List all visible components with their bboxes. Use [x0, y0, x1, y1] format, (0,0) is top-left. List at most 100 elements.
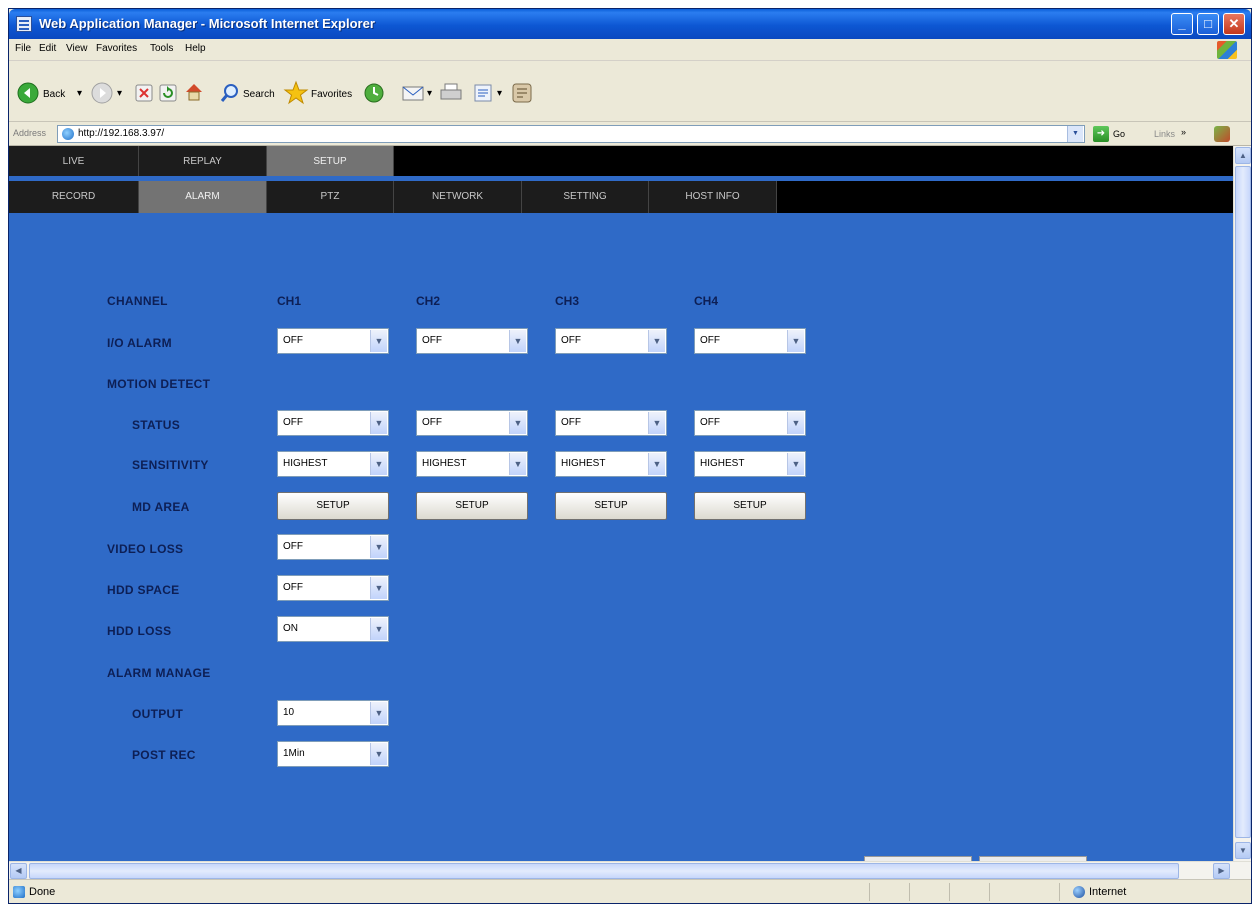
scroll-right-icon[interactable]: ▶: [1213, 863, 1230, 879]
subtab-network[interactable]: NETWORK: [394, 181, 522, 213]
chevron-down-icon: ▼: [648, 453, 665, 475]
status-divider: [989, 883, 990, 901]
address-bar: Address http://192.168.3.97/ ▼ ➜ Go Link…: [9, 122, 1251, 146]
toolbar: Back ▾ ▾ Search Favorites ▾ ▾: [9, 62, 1251, 122]
go-arrow-icon[interactable]: ➜: [1093, 126, 1109, 142]
search-icon[interactable]: [219, 82, 241, 104]
minimize-button[interactable]: _: [1171, 13, 1193, 35]
chevron-down-icon: ▼: [509, 412, 526, 434]
edit-dropdown-icon[interactable]: ▾: [497, 88, 502, 99]
chevron-down-icon: ▼: [370, 577, 387, 599]
sensitivity-select-ch4[interactable]: HIGHEST ▼: [694, 451, 806, 477]
favorites-star-icon[interactable]: [283, 80, 309, 106]
channel-header-ch4: CH4: [694, 294, 719, 308]
back-dropdown-icon[interactable]: ▾: [77, 88, 82, 99]
io-alarm-select-ch2[interactable]: OFF ▼: [416, 328, 528, 354]
menu-favorites[interactable]: Favorites: [96, 43, 137, 54]
chevron-down-icon: ▼: [370, 412, 387, 434]
subtab-host-info[interactable]: HOST INFO: [649, 181, 777, 213]
vertical-scroll-thumb[interactable]: [1235, 166, 1251, 838]
stop-icon[interactable]: [135, 84, 153, 102]
chevron-down-icon: ▼: [787, 412, 804, 434]
address-input[interactable]: http://192.168.3.97/: [57, 125, 1085, 143]
address-dropdown-icon[interactable]: ▼: [1067, 126, 1083, 142]
md-status-select-ch1[interactable]: OFF ▼: [277, 410, 389, 436]
address-label: Address: [13, 128, 47, 138]
md-area-setup-button-ch3[interactable]: SETUP: [555, 492, 667, 520]
md-area-setup-button-ch4[interactable]: SETUP: [694, 492, 806, 520]
edit-icon[interactable]: [473, 83, 493, 103]
menu-tools[interactable]: Tools: [150, 43, 173, 54]
md-area-setup-button-ch1[interactable]: SETUP: [277, 492, 389, 520]
md-area-setup-button-ch2[interactable]: SETUP: [416, 492, 528, 520]
sub-nav: RECORD ALARM PTZ NETWORK SETTING HOST IN…: [9, 181, 1233, 213]
mail-icon[interactable]: [401, 82, 425, 104]
status-divider: [949, 883, 950, 901]
menu-file[interactable]: File: [15, 43, 31, 54]
mail-dropdown-icon[interactable]: ▾: [427, 88, 432, 99]
back-label[interactable]: Back: [43, 89, 65, 100]
io-alarm-select-ch1[interactable]: OFF ▼: [277, 328, 389, 354]
go-button[interactable]: Go: [1113, 129, 1125, 139]
web-content: LIVE REPLAY SETUP RECORD ALARM PTZ NETWO…: [9, 146, 1233, 861]
md-status-select-ch2[interactable]: OFF ▼: [416, 410, 528, 436]
security-zone-label: Internet: [1089, 886, 1127, 898]
hdd-space-select[interactable]: OFF ▼: [277, 575, 389, 601]
search-label[interactable]: Search: [243, 89, 275, 100]
menu-view[interactable]: View: [66, 43, 88, 54]
horizontal-scrollbar[interactable]: ◀ ▶: [9, 861, 1251, 879]
scroll-down-icon[interactable]: ▼: [1235, 842, 1251, 859]
messenger-icon[interactable]: [509, 80, 535, 106]
status-label: STATUS: [132, 418, 181, 432]
subtab-record[interactable]: RECORD: [9, 181, 139, 213]
subtab-ptz[interactable]: PTZ: [267, 181, 394, 213]
vertical-scrollbar[interactable]: ▲ ▼: [1233, 146, 1251, 861]
back-arrow-icon[interactable]: [17, 82, 39, 104]
forward-dropdown-icon[interactable]: ▾: [117, 88, 122, 99]
video-loss-select[interactable]: OFF ▼: [277, 534, 389, 560]
tab-setup[interactable]: SETUP: [267, 146, 394, 176]
maximize-button[interactable]: □: [1197, 13, 1219, 35]
windows-logo-icon: [1217, 41, 1237, 59]
sensitivity-select-ch2[interactable]: HIGHEST ▼: [416, 451, 528, 477]
refresh-icon[interactable]: [159, 84, 177, 102]
links-chevron-icon[interactable]: »: [1181, 127, 1186, 137]
menu-help[interactable]: Help: [185, 43, 206, 54]
horizontal-scroll-thumb[interactable]: [29, 863, 1179, 879]
io-alarm-select-ch3[interactable]: OFF ▼: [555, 328, 667, 354]
chevron-down-icon: ▼: [370, 330, 387, 352]
post-rec-label: POST REC: [132, 748, 196, 762]
tab-live[interactable]: LIVE: [9, 146, 139, 176]
print-icon[interactable]: [439, 82, 463, 104]
hdd-space-label: HDD SPACE: [107, 583, 180, 597]
history-icon[interactable]: [363, 82, 385, 104]
chevron-down-icon: ▼: [370, 702, 387, 724]
sensitivity-select-ch1[interactable]: HIGHEST ▼: [277, 451, 389, 477]
subtab-setting[interactable]: SETTING: [522, 181, 649, 213]
close-button[interactable]: ✕: [1223, 13, 1245, 35]
output-select[interactable]: 10 ▼: [277, 700, 389, 726]
favorites-label[interactable]: Favorites: [311, 89, 352, 100]
sensitivity-select-ch3[interactable]: HIGHEST ▼: [555, 451, 667, 477]
post-rec-select[interactable]: 1Min ▼: [277, 741, 389, 767]
channel-label: CHANNEL: [107, 294, 168, 308]
chevron-down-icon: ▼: [648, 330, 665, 352]
md-status-select-ch3[interactable]: OFF ▼: [555, 410, 667, 436]
io-alarm-select-ch4[interactable]: OFF ▼: [694, 328, 806, 354]
md-status-select-ch4[interactable]: OFF ▼: [694, 410, 806, 436]
scroll-left-icon[interactable]: ◀: [10, 863, 27, 879]
menu-edit[interactable]: Edit: [39, 43, 56, 54]
subtab-alarm[interactable]: ALARM: [139, 181, 267, 213]
scroll-up-icon[interactable]: ▲: [1235, 147, 1251, 164]
tab-replay[interactable]: REPLAY: [139, 146, 267, 176]
links-label[interactable]: Links: [1154, 129, 1175, 139]
main-nav: LIVE REPLAY SETUP: [9, 146, 1233, 176]
chevron-down-icon: ▼: [370, 536, 387, 558]
hdd-loss-select[interactable]: ON ▼: [277, 616, 389, 642]
toolbar-extra-icon[interactable]: [1214, 126, 1230, 142]
output-label: OUTPUT: [132, 707, 184, 721]
chevron-down-icon: ▼: [370, 453, 387, 475]
home-icon[interactable]: [183, 81, 205, 103]
hdd-loss-label: HDD LOSS: [107, 624, 172, 638]
forward-arrow-icon[interactable]: [91, 82, 113, 104]
